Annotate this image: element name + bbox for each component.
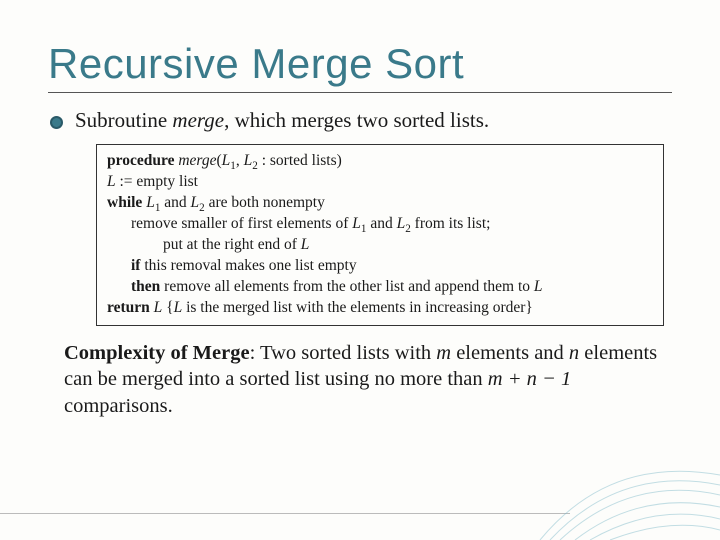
code-line-1: procedure merge(L1, L2 : sorted lists) xyxy=(107,151,653,172)
complexity-heading: Complexity of Merge xyxy=(64,342,250,364)
bullet-pre: Subroutine xyxy=(75,108,172,132)
title-underline xyxy=(48,92,672,93)
decorative-swirl-icon xyxy=(530,445,720,540)
footer-divider xyxy=(0,513,570,514)
pseudocode-box: procedure merge(L1, L2 : sorted lists) L… xyxy=(96,144,664,325)
complexity-paragraph: Complexity of Merge: Two sorted lists wi… xyxy=(64,340,662,420)
bullet-icon xyxy=(50,116,63,129)
bullet-post: , which merges two sorted lists. xyxy=(224,108,489,132)
code-line-3: while L1 and L2 are both nonempty xyxy=(107,193,653,214)
kw-then: then xyxy=(131,278,160,295)
kw-return: return xyxy=(107,299,154,316)
proc-name: merge xyxy=(178,152,216,169)
code-line-7: then remove all elements from the other … xyxy=(107,277,653,298)
bullet-italic: merge xyxy=(172,108,224,132)
kw-while: while xyxy=(107,194,146,211)
code-line-8: return L {L is the merged list with the … xyxy=(107,298,653,319)
code-line-4: remove smaller of first elements of L1 a… xyxy=(107,214,653,235)
code-line-5: put at the right end of L xyxy=(107,235,653,256)
kw-procedure: procedure xyxy=(107,152,178,169)
bullet-text: Subroutine merge, which merges two sorte… xyxy=(75,107,489,134)
bullet-item: Subroutine merge, which merges two sorte… xyxy=(50,107,672,134)
code-line-2: L := empty list xyxy=(107,172,653,193)
slide: Recursive Merge Sort Subroutine merge, w… xyxy=(0,0,720,540)
slide-title: Recursive Merge Sort xyxy=(48,40,672,88)
code-line-6: if this removal makes one list empty xyxy=(107,256,653,277)
